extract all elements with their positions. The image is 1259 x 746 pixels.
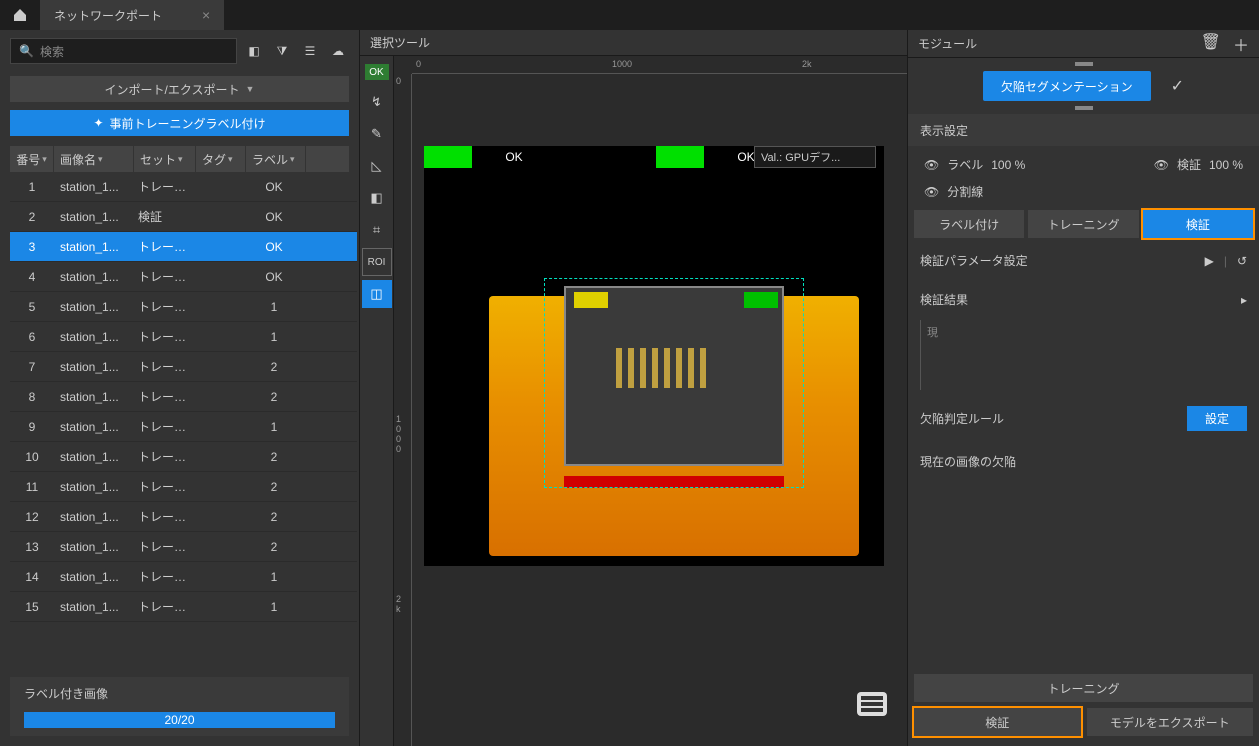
import-export-button[interactable]: インポート/エクスポート ▼ — [10, 76, 349, 102]
left-panel: 🔍 検索 ◧ ⧩ ☰ ☁ インポート/エクスポート ▼ ✦ 事前トレーニングラベ… — [0, 30, 360, 746]
search-input[interactable]: 🔍 検索 — [10, 38, 237, 64]
module-chip[interactable]: 欠陥セグメンテーション — [983, 71, 1151, 101]
rule-settings-button[interactable]: 設定 — [1187, 406, 1247, 431]
right-panel: モジュール 🗑 ＋ 欠陥セグメンテーション ✓ 表示設定 👁 — [907, 30, 1259, 746]
col-set[interactable]: セット▾ — [134, 146, 196, 172]
segline-visibility[interactable]: 👁 分割線 — [924, 183, 983, 200]
sparkle-icon: ✦ — [93, 116, 103, 130]
add-icon[interactable]: ＋ — [1233, 32, 1249, 56]
cloud-icon[interactable]: ☁ — [327, 40, 349, 62]
home-icon — [12, 7, 28, 23]
image-viewport[interactable]: OK OK Val.: GPUデフ... — [424, 146, 884, 566]
tool-strip: OK ↯ ✎ ◺ ◧ ⌗ ROI ◫ — [360, 56, 394, 746]
defects-title: 現在の画像の欠陥 — [908, 443, 1259, 480]
play-icon[interactable]: ▶ — [1205, 254, 1214, 268]
eye-icon: 👁 — [924, 158, 939, 172]
filter-icon[interactable]: ⧩ — [271, 40, 293, 62]
tab-title: ネットワークポート — [54, 7, 162, 24]
table-row[interactable]: 6station_1...トレーニ...1 — [10, 322, 357, 352]
center-title: 選択ツール — [360, 30, 907, 56]
image-table[interactable]: 1station_1...トレーニ...OK2station_1...検証OK3… — [10, 172, 357, 671]
tab-labeling[interactable]: ラベル付け — [914, 210, 1024, 238]
eraser-tool[interactable]: ◧ — [362, 184, 392, 212]
search-placeholder: 検索 — [40, 43, 64, 60]
table-row[interactable]: 13station_1...トレーニ...2 — [10, 532, 357, 562]
table-row[interactable]: 1station_1...トレーニ...OK — [10, 172, 357, 202]
chevron-right-icon[interactable]: ▸ — [1241, 293, 1247, 307]
col-label[interactable]: ラベル▾ — [246, 146, 306, 172]
table-header: 番号▾ 画像名▾ セット▾ タグ▾ ラベル▾ — [10, 146, 349, 172]
labeled-footer: ラベル付き画像 20/20 — [10, 677, 349, 736]
chip-handle-top[interactable] — [1075, 62, 1093, 66]
display-section-title: 表示設定 — [908, 114, 1259, 146]
close-icon[interactable]: × — [202, 7, 210, 23]
roi-rectangle[interactable] — [544, 278, 804, 488]
module-title: モジュール — [918, 35, 977, 52]
chip-handle-bottom[interactable] — [1075, 106, 1093, 110]
col-tag[interactable]: タグ▾ — [196, 146, 246, 172]
label-ok-tag: OK — [424, 146, 556, 168]
result-box: 現 — [920, 320, 1247, 390]
roi-tool[interactable]: ROI — [362, 248, 392, 276]
result-title: 検証結果 — [920, 291, 968, 308]
ruler-vertical: 0 1 0 0 0 2 k — [394, 74, 412, 746]
keyboard-icon[interactable] — [857, 692, 887, 716]
col-name[interactable]: 画像名▾ — [54, 146, 134, 172]
table-row[interactable]: 10station_1...トレーニ...2 — [10, 442, 357, 472]
table-row[interactable]: 14station_1...トレーニ...1 — [10, 562, 357, 592]
table-row[interactable]: 9station_1...トレーニ...1 — [10, 412, 357, 442]
user-filter-icon[interactable]: ◧ — [243, 40, 265, 62]
eye-icon: 👁 — [1154, 158, 1169, 172]
table-row[interactable]: 2station_1...検証OK — [10, 202, 357, 232]
col-num[interactable]: 番号▾ — [10, 146, 54, 172]
history-icon[interactable]: ↺ — [1237, 254, 1247, 268]
table-row[interactable]: 11station_1...トレーニ...2 — [10, 472, 357, 502]
transform-tool[interactable]: ◫ — [362, 280, 392, 308]
tab-verify[interactable]: 検証 — [1143, 210, 1253, 238]
shape-tool[interactable]: ◺ — [362, 152, 392, 180]
list-icon[interactable]: ☰ — [299, 40, 321, 62]
verify-button[interactable]: 検証 — [914, 708, 1081, 736]
chevron-down-icon: ▼ — [246, 84, 255, 94]
lasso-tool[interactable]: ↯ — [362, 88, 392, 116]
grid-tool[interactable]: ⌗ — [362, 216, 392, 244]
ruler-horizontal: 0 1000 2k — [412, 56, 907, 74]
table-row[interactable]: 8station_1...トレーニ...2 — [10, 382, 357, 412]
search-icon: 🔍 — [19, 44, 34, 58]
canvas[interactable]: 0 1000 2k 0 1 0 0 0 2 k OK — [394, 56, 907, 746]
titlebar: ネットワークポート × — [0, 0, 1259, 30]
table-row[interactable]: 5station_1...トレーニ...1 — [10, 292, 357, 322]
param-title: 検証パラメータ設定 — [920, 252, 1028, 269]
table-row[interactable]: 15station_1...トレーニ...1 — [10, 592, 357, 622]
project-tab[interactable]: ネットワークポート × — [40, 0, 224, 30]
pretrain-label-button[interactable]: ✦ 事前トレーニングラベル付け — [10, 110, 349, 136]
table-row[interactable]: 4station_1...トレーニ...OK — [10, 262, 357, 292]
training-button[interactable]: トレーニング — [914, 674, 1253, 702]
eye-icon: 👁 — [924, 185, 939, 199]
wand-tool[interactable]: ✎ — [362, 120, 392, 148]
table-row[interactable]: 12station_1...トレーニ...2 — [10, 502, 357, 532]
home-button[interactable] — [0, 0, 40, 30]
center-panel: 選択ツール OK ↯ ✎ ◺ ◧ ⌗ ROI ◫ 0 1000 — [360, 30, 907, 746]
table-row[interactable]: 7station_1...トレーニ...2 — [10, 352, 357, 382]
verify-visibility[interactable]: 👁 検証 100 % — [1154, 156, 1243, 173]
progress-bar: 20/20 — [24, 712, 335, 728]
tab-training[interactable]: トレーニング — [1028, 210, 1138, 238]
table-row[interactable]: 3station_1...トレーニ...OK — [10, 232, 357, 262]
check-icon[interactable]: ✓ — [1171, 76, 1184, 96]
labeled-title: ラベル付き画像 — [24, 685, 335, 702]
export-model-button[interactable]: モデルをエクスポート — [1087, 708, 1254, 736]
trash-icon[interactable]: 🗑 — [1201, 32, 1221, 56]
ok-badge-tool[interactable]: OK — [365, 64, 389, 80]
label-visibility[interactable]: 👁 ラベル 100 % — [924, 156, 1025, 173]
rule-title: 欠陥判定ルール — [920, 410, 1004, 427]
val-gpu-tag: Val.: GPUデフ... — [754, 146, 876, 168]
